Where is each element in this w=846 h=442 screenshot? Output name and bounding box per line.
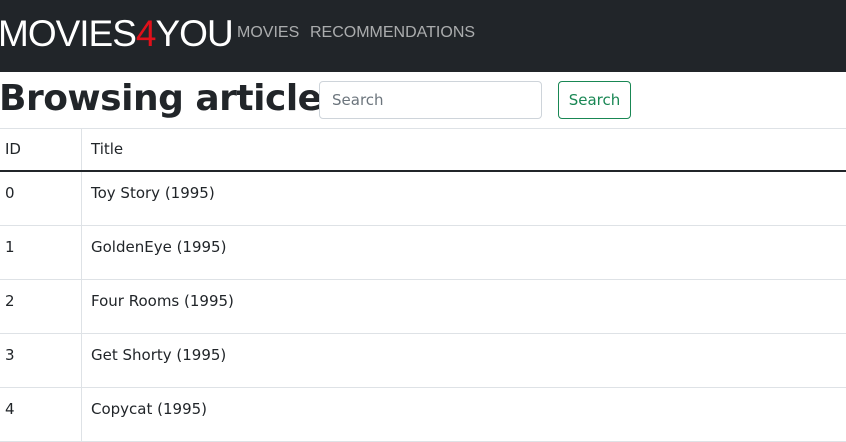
search-button[interactable]: Search	[558, 81, 631, 119]
cell-title: Copycat (1995)	[82, 387, 846, 441]
cell-id: 4	[0, 387, 82, 441]
cell-title: GoldenEye (1995)	[82, 225, 846, 279]
column-header-title: Title	[82, 129, 846, 171]
cell-id: 3	[0, 333, 82, 387]
table-row[interactable]: 3 Get Shorty (1995)	[0, 333, 846, 387]
table-header-row: ID Title	[0, 129, 846, 171]
articles-table: ID Title 0 Toy Story (1995) 1 GoldenEye …	[0, 129, 846, 442]
cell-id: 1	[0, 225, 82, 279]
table-row[interactable]: 1 GoldenEye (1995)	[0, 225, 846, 279]
cell-title: Four Rooms (1995)	[82, 279, 846, 333]
brand-logo[interactable]: MOVIES4YOU	[0, 14, 233, 54]
table-row[interactable]: 2 Four Rooms (1995)	[0, 279, 846, 333]
nav-link-recommendations[interactable]: RECOMMENDATIONS	[310, 23, 475, 43]
column-header-id: ID	[0, 129, 82, 171]
page-title: Browsing articles	[0, 76, 343, 122]
cell-id: 0	[0, 171, 82, 225]
top-navbar: MOVIES4YOU MOVIES RECOMMENDATIONS	[0, 0, 846, 72]
cell-title: Toy Story (1995)	[82, 171, 846, 225]
table-row[interactable]: 4 Copycat (1995)	[0, 387, 846, 441]
search-input[interactable]	[319, 81, 542, 119]
brand-suffix: YOU	[156, 13, 233, 54]
articles-table-wrapper: ID Title 0 Toy Story (1995) 1 GoldenEye …	[0, 128, 846, 442]
cell-title: Get Shorty (1995)	[82, 333, 846, 387]
cell-id: 2	[0, 279, 82, 333]
table-row[interactable]: 0 Toy Story (1995)	[0, 171, 846, 225]
brand-accent: 4	[136, 13, 156, 54]
brand-prefix: MOVIES	[0, 13, 136, 54]
nav-link-movies[interactable]: MOVIES	[237, 23, 299, 43]
